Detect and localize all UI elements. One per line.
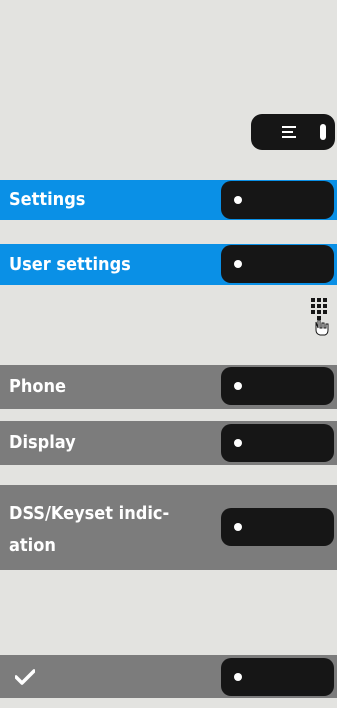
option-row-confirm [0, 655, 337, 698]
phone-softkey[interactable] [221, 367, 334, 405]
dot-icon [234, 196, 242, 204]
confirm-softkey[interactable] [221, 658, 334, 696]
checkmark-icon [15, 668, 35, 685]
dot-icon [234, 673, 242, 681]
dot-icon [234, 523, 242, 531]
dss-keyset-label-line1: DSS/Keyset indic- [9, 503, 170, 524]
dss-keyset-softkey[interactable] [221, 508, 334, 546]
dot-icon [234, 382, 242, 390]
user-settings-softkey[interactable] [221, 245, 334, 283]
menu-row-user-settings: User settings [0, 244, 337, 285]
dot-icon [234, 439, 242, 447]
option-row-phone: Phone [0, 365, 337, 409]
display-label: Display [9, 432, 76, 453]
dss-keyset-label: DSS/Keyset indic- ation [0, 485, 169, 562]
settings-label: Settings [9, 189, 86, 210]
dss-keyset-label-line2: ation [9, 535, 56, 556]
indicator-pill-icon [320, 124, 326, 140]
keypad-icon [311, 298, 329, 336]
phone-label: Phone [9, 376, 67, 397]
menu-lines-icon [282, 126, 296, 141]
option-row-dss-keyset-indication: DSS/Keyset indic- ation [0, 485, 337, 570]
settings-softkey[interactable] [221, 181, 334, 219]
menu-key-button[interactable] [251, 114, 335, 150]
user-settings-label: User settings [9, 253, 131, 275]
option-row-display: Display [0, 421, 337, 465]
display-softkey[interactable] [221, 424, 334, 462]
menu-row-settings: Settings [0, 180, 337, 220]
dot-icon [234, 260, 242, 268]
